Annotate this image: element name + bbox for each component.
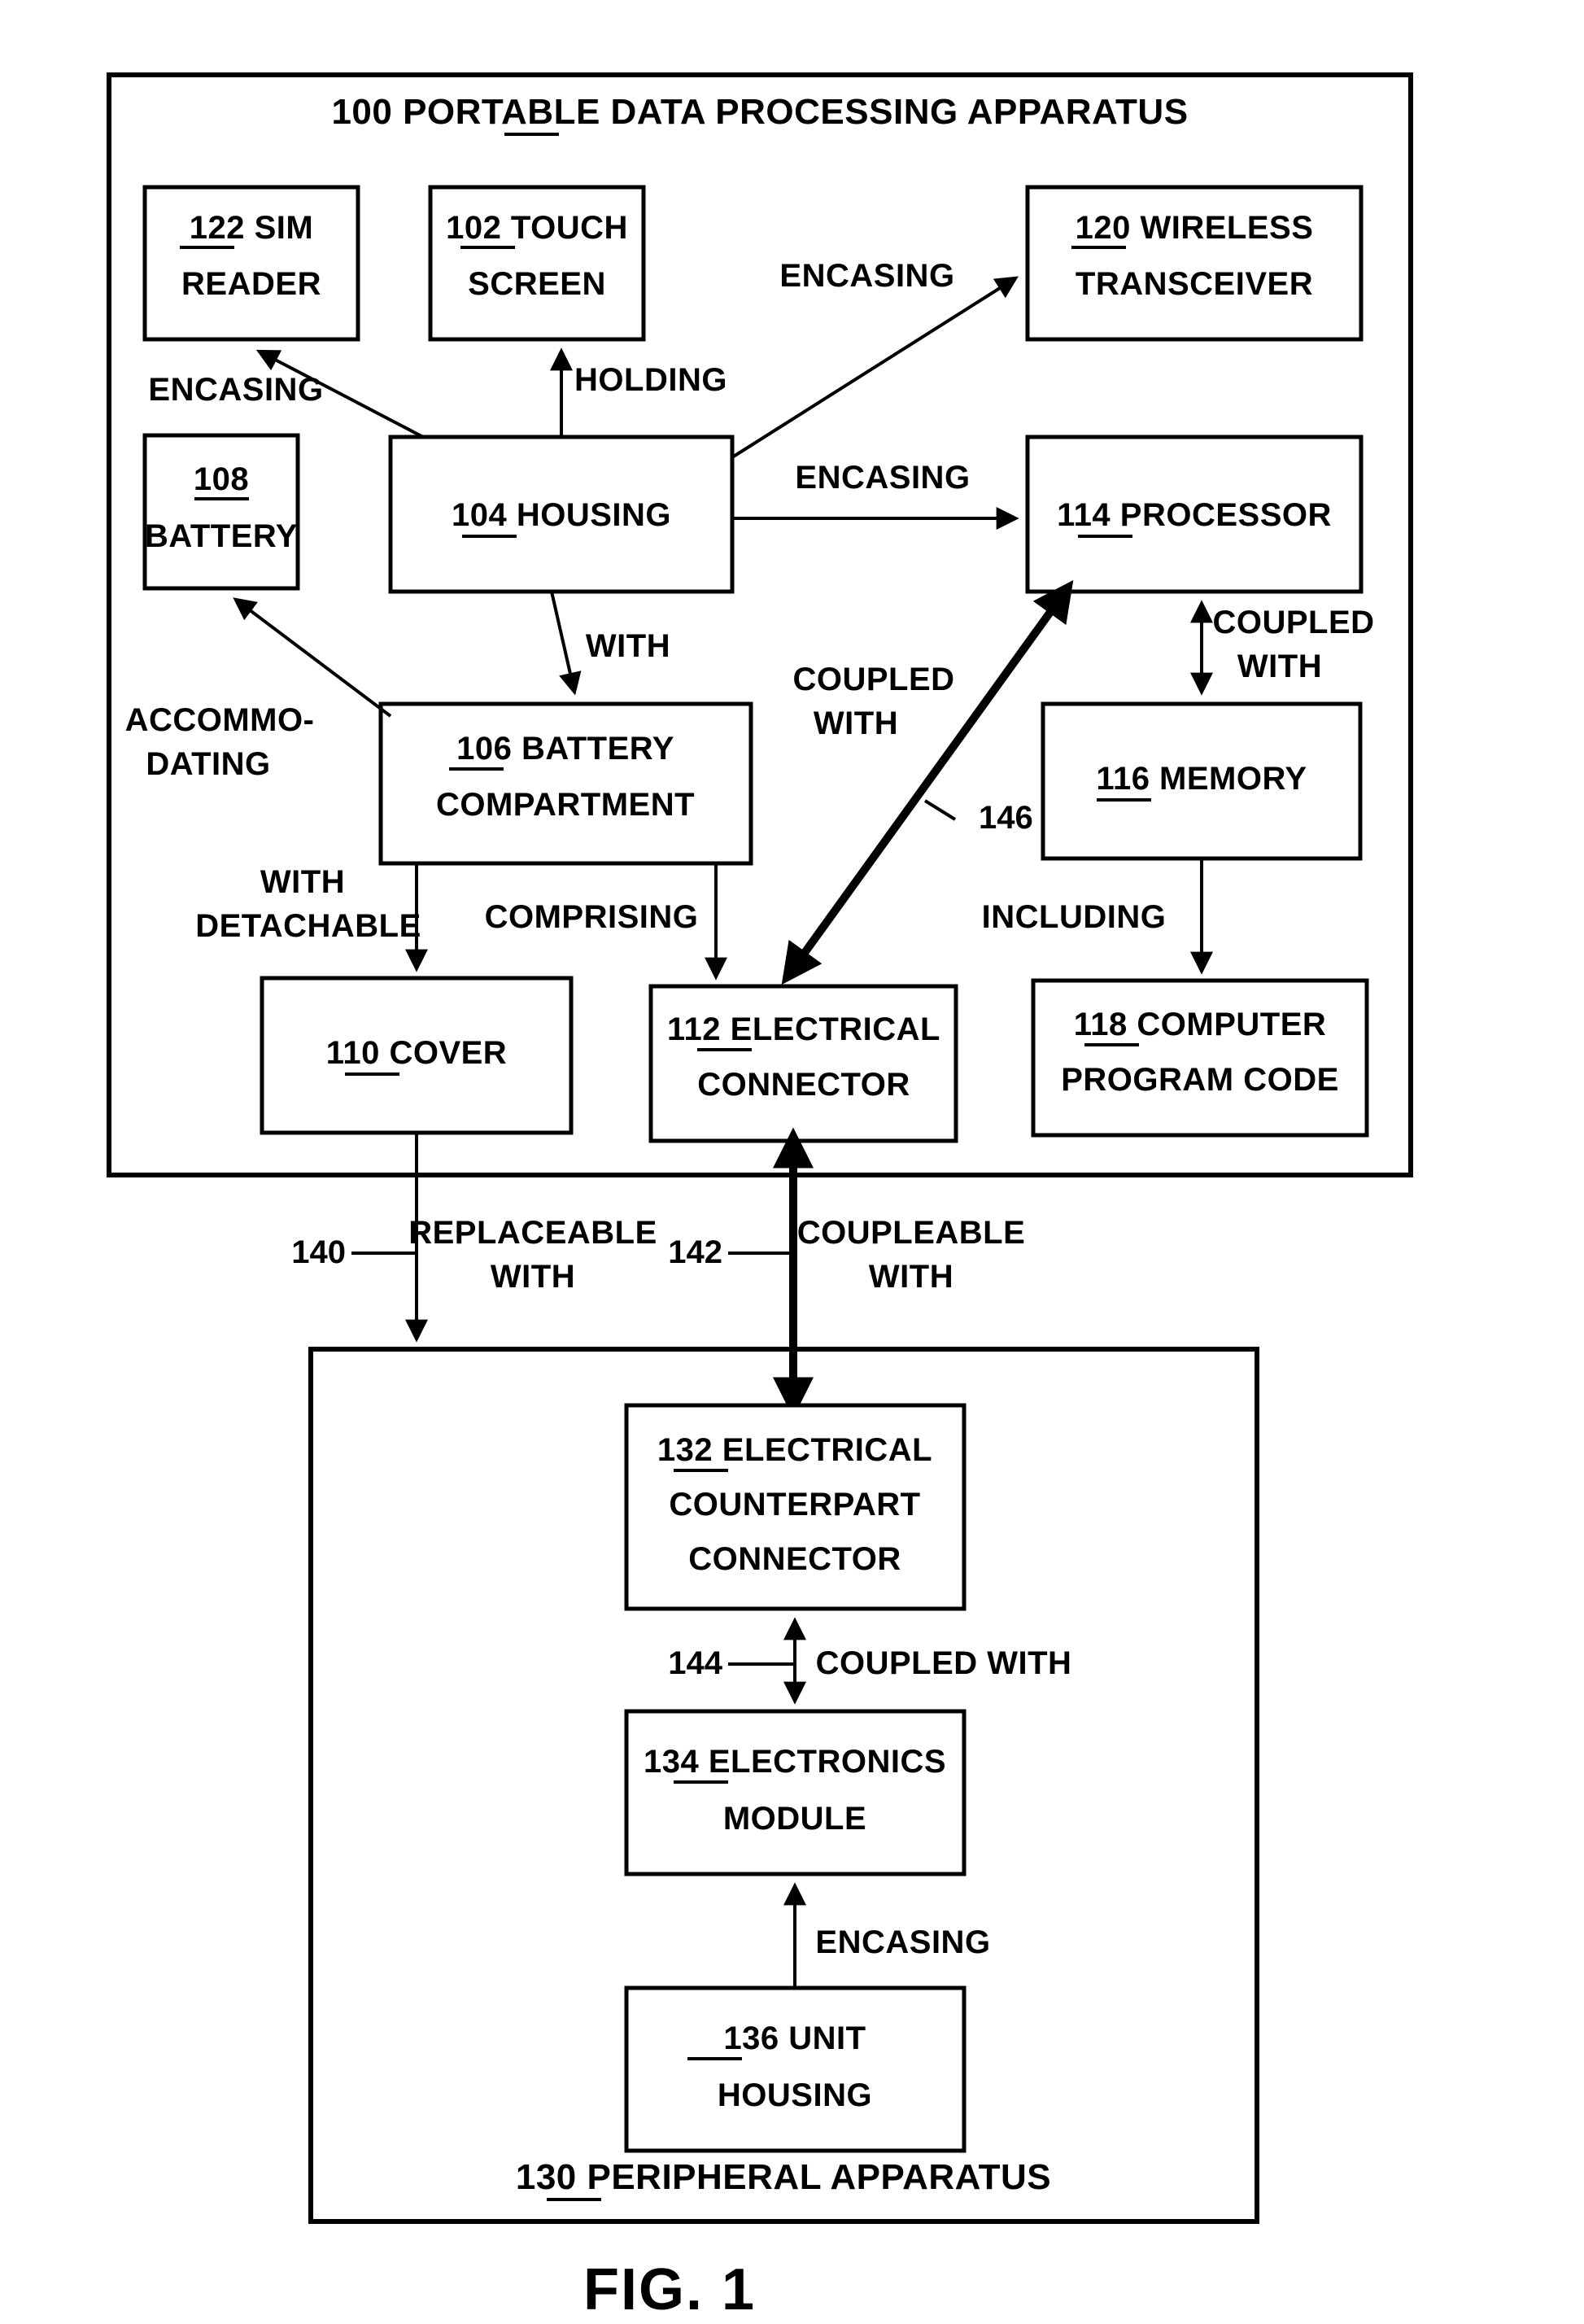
ref-numeral-140: 140 (291, 1234, 346, 1270)
edge-label-including: INCLUDING (982, 899, 1167, 935)
edge-label-encasing-wireless: ENCASING (779, 258, 954, 294)
box-112-line2: CONNECTOR (697, 1067, 910, 1103)
edge-label-comprising: COMPRISING (485, 899, 699, 935)
box-108-line2: BATTERY (145, 518, 298, 554)
box-120-line2: TRANSCEIVER (1076, 266, 1313, 302)
box-118-line1: 118 COMPUTER (1074, 1007, 1327, 1042)
box-102-line1: 102 TOUCH (446, 210, 628, 246)
container-100-label: 100 PORTABLE DATA PROCESSING APPARATUS (331, 92, 1188, 132)
edge-label-encasing-sim: ENCASING (148, 372, 323, 408)
box-132-line3: CONNECTOR (688, 1541, 901, 1577)
box-122-line2: READER (181, 266, 321, 302)
box-battery[interactable] (142, 433, 300, 591)
container-130-label: 130 PERIPHERAL APPARATUS (516, 2157, 1051, 2197)
edge-label-replaceable-with-line1: REPLACEABLE (408, 1215, 657, 1251)
box-electronics-module[interactable] (624, 1709, 967, 1876)
box-132-line2: COUNTERPART (669, 1487, 920, 1522)
patent-figure: 100 PORTABLE DATA PROCESSING APPARATUS 1… (0, 0, 1584, 2324)
box-114-label: 114 PROCESSOR (1057, 497, 1332, 533)
edge-label-coupled-with-146-line2: WITH (814, 706, 898, 741)
edge-label-coupled-with-146-line1: COUPLED (792, 662, 954, 697)
box-122-line1: 122 SIM (190, 210, 313, 246)
edge-label-with: WITH (586, 628, 670, 664)
edge-label-coupled-with-mem-line1: COUPLED (1212, 605, 1374, 640)
edge-battery-compartment-to-battery (233, 597, 392, 718)
edge-label-with-detachable-line1: WITH (260, 864, 345, 900)
edge-label-coupleable-with-line2: WITH (869, 1259, 953, 1295)
box-134-line1: 134 ELECTRONICS (644, 1744, 946, 1780)
edge-label-accommodating-line2: DATING (146, 746, 270, 782)
diagram-canvas: 100 PORTABLE DATA PROCESSING APPARATUS 1… (107, 72, 1413, 2322)
box-134-line2: MODULE (723, 1801, 866, 1837)
box-136-line1: 136 UNIT (723, 2020, 866, 2056)
ref-numeral-144: 144 (668, 1645, 722, 1681)
box-computer-program-code[interactable] (1031, 978, 1369, 1138)
box-108-line1: 108 (194, 461, 249, 497)
box-120-line1: 120 WIRELESS (1076, 210, 1314, 246)
box-136-line2: HOUSING (718, 2077, 872, 2113)
box-106-line1: 106 BATTERY (456, 731, 674, 767)
edge-label-with-detachable-line2: DETACHABLE (195, 908, 421, 944)
edge-label-replaceable-with-line2: WITH (491, 1259, 575, 1295)
box-110-label: 110 COVER (326, 1035, 507, 1071)
box-102-line2: SCREEN (468, 266, 606, 302)
edge-label-coupled-with-mem-line2: WITH (1237, 649, 1322, 684)
edge-label-encasing-processor: ENCASING (795, 460, 970, 496)
edge-label-coupleable-with-line1: COUPLEABLE (797, 1215, 1026, 1251)
leader-146 (923, 799, 957, 821)
edge-label-holding: HOLDING (574, 362, 727, 398)
box-106-line2: COMPARTMENT (436, 787, 695, 823)
box-116-label: 116 MEMORY (1096, 761, 1307, 797)
edge-label-accommodating-line1: ACCOMMO- (125, 702, 315, 738)
box-battery-compartment[interactable] (378, 701, 753, 866)
figure-caption: FIG. 1 (583, 2257, 756, 2322)
box-112-line1: 112 ELECTRICAL (667, 1011, 940, 1047)
edge-label-encasing-module: ENCASING (815, 1924, 990, 1960)
ref-numeral-146: 146 (979, 800, 1033, 836)
ref-numeral-142: 142 (668, 1234, 722, 1270)
box-104-label: 104 HOUSING (452, 497, 671, 533)
box-132-line1: 132 ELECTRICAL (657, 1432, 932, 1468)
box-118-line2: PROGRAM CODE (1061, 1062, 1339, 1098)
edge-housing-to-battery-compartment (550, 591, 582, 696)
edge-label-coupled-with-144: COUPLED WITH (816, 1645, 1072, 1681)
box-electrical-connector[interactable] (648, 984, 958, 1143)
box-unit-housing[interactable] (624, 1985, 967, 2153)
edge-housing-to-wireless-transceiver (731, 276, 1019, 459)
